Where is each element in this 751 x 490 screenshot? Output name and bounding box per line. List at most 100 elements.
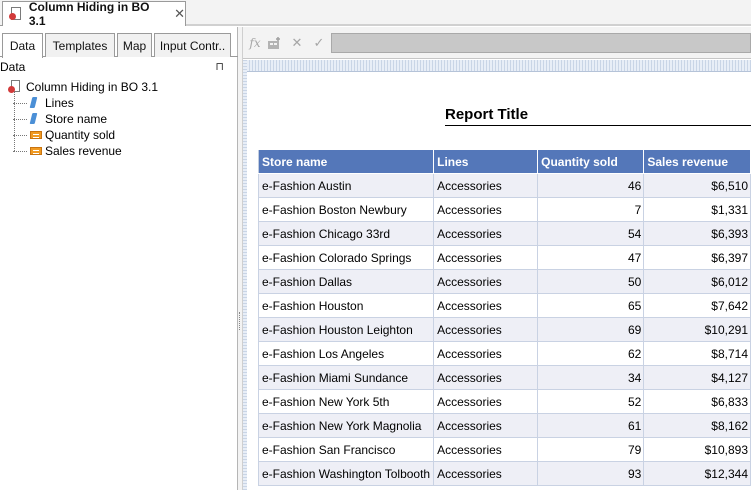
table-row[interactable]: e-Fashion Houston Accessories 65 $7,642 <box>257 293 751 318</box>
cell-lines[interactable]: Accessories <box>433 269 539 294</box>
pin-icon[interactable]: ⊓ <box>215 60 224 73</box>
document-tab[interactable]: Column Hiding in BO 3.1 ✕ <box>2 0 186 28</box>
cell-store-name[interactable]: e-Fashion Houston <box>257 293 435 318</box>
tree-item-store-name[interactable]: Store name <box>13 111 107 127</box>
report-title[interactable]: Report Title <box>445 106 751 126</box>
cell-sales-revenue[interactable]: $6,833 <box>643 389 751 414</box>
cell-lines[interactable]: Accessories <box>433 437 539 462</box>
formula-input[interactable] <box>331 33 751 53</box>
cell-quantity-sold[interactable]: 34 <box>537 365 645 390</box>
table-header-row: Store name Lines Quantity sold Sales rev… <box>257 149 751 174</box>
table-row[interactable]: e-Fashion Colorado Springs Accessories 4… <box>257 245 751 270</box>
table-row[interactable]: e-Fashion Washington Tolbooth Accessorie… <box>257 461 751 486</box>
cell-quantity-sold[interactable]: 54 <box>537 221 645 246</box>
cell-sales-revenue[interactable]: $8,714 <box>643 341 751 366</box>
column-header-sales-revenue[interactable]: Sales revenue <box>643 149 751 174</box>
table-row[interactable]: e-Fashion Austin Accessories 46 $6,510 <box>257 173 751 198</box>
formula-editor-icon[interactable]: fx <box>245 35 265 51</box>
cell-store-name[interactable]: e-Fashion Washington Tolbooth <box>257 461 435 486</box>
cell-quantity-sold[interactable]: 50 <box>537 269 645 294</box>
cell-sales-revenue[interactable]: $10,893 <box>643 437 751 462</box>
tree-item-lines[interactable]: Lines <box>13 95 74 111</box>
column-header-lines[interactable]: Lines <box>433 149 539 174</box>
cell-lines[interactable]: Accessories <box>433 173 539 198</box>
table-row[interactable]: e-Fashion Chicago 33rd Accessories 54 $6… <box>257 221 751 246</box>
splitter-grip-icon[interactable] <box>239 312 241 330</box>
cell-lines[interactable]: Accessories <box>433 293 539 318</box>
cell-quantity-sold[interactable]: 61 <box>537 413 645 438</box>
cell-lines[interactable]: Accessories <box>433 197 539 222</box>
cell-sales-revenue[interactable]: $12,344 <box>643 461 751 486</box>
cell-quantity-sold[interactable]: 65 <box>537 293 645 318</box>
cell-sales-revenue[interactable]: $10,291 <box>643 317 751 342</box>
tab-data[interactable]: Data <box>2 33 43 58</box>
cell-store-name[interactable]: e-Fashion Los Angeles <box>257 341 435 366</box>
cell-sales-revenue[interactable]: $6,397 <box>643 245 751 270</box>
cell-store-name[interactable]: e-Fashion New York Magnolia <box>257 413 435 438</box>
cell-sales-revenue[interactable]: $1,331 <box>643 197 751 222</box>
report-table[interactable]: Store name Lines Quantity sold Sales rev… <box>257 149 751 486</box>
document-tab-bar: Column Hiding in BO 3.1 ✕ <box>0 0 751 28</box>
left-panel: Data Templates Map Input Contr.. Data ⊓ … <box>0 27 238 490</box>
cell-sales-revenue[interactable]: $6,393 <box>643 221 751 246</box>
cell-quantity-sold[interactable]: 62 <box>537 341 645 366</box>
dimension-icon <box>30 97 38 109</box>
close-tab-icon[interactable]: ✕ <box>174 6 185 22</box>
cell-lines[interactable]: Accessories <box>433 317 539 342</box>
cell-quantity-sold[interactable]: 7 <box>537 197 645 222</box>
report-canvas: Report Title Store name Lines Quantity s… <box>243 60 751 490</box>
tab-bar-divider <box>186 24 751 26</box>
cell-sales-revenue[interactable]: $4,127 <box>643 365 751 390</box>
validate-formula-icon[interactable]: ✓ <box>309 35 329 51</box>
tree-root-label: Column Hiding in BO 3.1 <box>26 80 159 94</box>
cell-store-name[interactable]: e-Fashion Houston Leighton <box>257 317 435 342</box>
cell-store-name[interactable]: e-Fashion Miami Sundance <box>257 365 435 390</box>
tree-item-sales-revenue[interactable]: Sales revenue <box>13 143 122 159</box>
cell-store-name[interactable]: e-Fashion Colorado Springs <box>257 245 435 270</box>
cell-store-name[interactable]: e-Fashion Chicago 33rd <box>257 221 435 246</box>
cell-store-name[interactable]: e-Fashion Boston Newbury <box>257 197 435 222</box>
cell-quantity-sold[interactable]: 52 <box>537 389 645 414</box>
cell-lines[interactable]: Accessories <box>433 365 539 390</box>
tree-root-document[interactable]: Column Hiding in BO 3.1 <box>8 79 158 95</box>
tab-map[interactable]: Map <box>117 33 152 57</box>
tree-item-label: Store name <box>45 112 108 126</box>
cell-quantity-sold[interactable]: 93 <box>537 461 645 486</box>
cell-store-name[interactable]: e-Fashion Dallas <box>257 269 435 294</box>
cell-lines[interactable]: Accessories <box>433 221 539 246</box>
cell-quantity-sold[interactable]: 69 <box>537 317 645 342</box>
tree-item-label: Sales revenue <box>45 144 122 158</box>
table-row[interactable]: e-Fashion Houston Leighton Accessories 6… <box>257 317 751 342</box>
panel-tabs: Data Templates Map Input Contr.. <box>0 33 238 58</box>
cell-lines[interactable]: Accessories <box>433 245 539 270</box>
column-header-quantity-sold[interactable]: Quantity sold <box>537 149 645 174</box>
table-row[interactable]: e-Fashion San Francisco Accessories 79 $… <box>257 437 751 462</box>
tree-item-quantity-sold[interactable]: Quantity sold <box>13 127 115 143</box>
cell-lines[interactable]: Accessories <box>433 389 539 414</box>
create-variable-icon[interactable] <box>265 35 285 51</box>
cell-store-name[interactable]: e-Fashion Austin <box>257 173 435 198</box>
table-row[interactable]: e-Fashion New York Magnolia Accessories … <box>257 413 751 438</box>
cell-quantity-sold[interactable]: 79 <box>537 437 645 462</box>
cell-sales-revenue[interactable]: $8,162 <box>643 413 751 438</box>
table-row[interactable]: e-Fashion Los Angeles Accessories 62 $8,… <box>257 341 751 366</box>
cancel-formula-icon[interactable]: ✕ <box>287 35 307 51</box>
webi-document-icon <box>8 80 22 94</box>
cell-quantity-sold[interactable]: 47 <box>537 245 645 270</box>
cell-sales-revenue[interactable]: $6,510 <box>643 173 751 198</box>
cell-store-name[interactable]: e-Fashion San Francisco <box>257 437 435 462</box>
tab-input-controls[interactable]: Input Contr.. <box>154 33 231 57</box>
cell-lines[interactable]: Accessories <box>433 461 539 486</box>
cell-sales-revenue[interactable]: $7,642 <box>643 293 751 318</box>
cell-sales-revenue[interactable]: $6,012 <box>643 269 751 294</box>
cell-lines[interactable]: Accessories <box>433 413 539 438</box>
tab-templates[interactable]: Templates <box>45 33 115 57</box>
table-row[interactable]: e-Fashion Boston Newbury Accessories 7 $… <box>257 197 751 222</box>
table-row[interactable]: e-Fashion Dallas Accessories 50 $6,012 <box>257 269 751 294</box>
table-row[interactable]: e-Fashion New York 5th Accessories 52 $6… <box>257 389 751 414</box>
column-header-store-name[interactable]: Store name <box>257 149 435 174</box>
cell-quantity-sold[interactable]: 46 <box>537 173 645 198</box>
cell-store-name[interactable]: e-Fashion New York 5th <box>257 389 435 414</box>
cell-lines[interactable]: Accessories <box>433 341 539 366</box>
table-row[interactable]: e-Fashion Miami Sundance Accessories 34 … <box>257 365 751 390</box>
